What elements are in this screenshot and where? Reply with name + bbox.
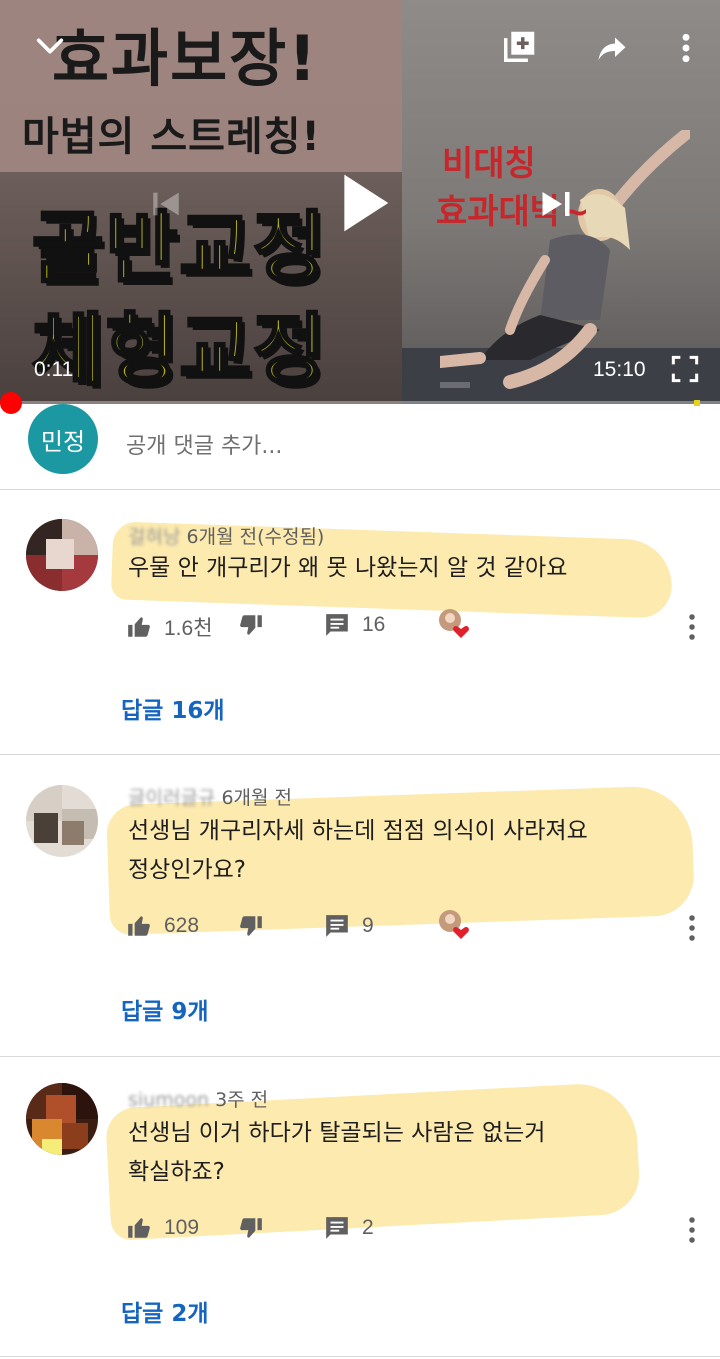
comment-author[interactable]: 걸혀낭: [128, 526, 180, 548]
like-button[interactable]: 109: [126, 1215, 199, 1241]
thumbnail-title-line4: 체형교정: [30, 305, 328, 398]
like-button[interactable]: 1.6천: [126, 612, 213, 642]
comment-time: 3주 전: [215, 1089, 269, 1111]
play-icon[interactable]: [334, 168, 396, 238]
view-replies-link[interactable]: 답글 16개: [121, 691, 225, 725]
comment-item: 걸혀낭 6개월 전(수정됨) 우물 안 개구리가 왜 못 나왔는지 알 것 같아…: [0, 491, 720, 755]
comment-actions: 1.6천 16: [126, 609, 706, 642]
more-vert-icon[interactable]: [680, 612, 704, 642]
comment-icon: [326, 614, 348, 636]
comment-text: 선생님 이거 하다가 탈골되는 사람은 없는거 확실하죠?: [128, 1114, 545, 1192]
creator-heart-icon: [439, 910, 469, 939]
comment-author[interactable]: 글이러글규: [128, 787, 215, 809]
reply-button[interactable]: 16: [324, 612, 385, 638]
comment-meta: 글이러글규 6개월 전: [128, 783, 292, 810]
video-player[interactable]: 효과보장! 마법의 스트레칭! 골반교정 체형교정 비대칭 효과대박~ 0:11…: [0, 0, 720, 404]
previous-icon[interactable]: [146, 184, 186, 224]
comment-author[interactable]: siumoon: [128, 1089, 209, 1111]
comment-time: 6개월 전: [221, 787, 293, 809]
add-comment-row: 민정 공개 댓글 추가...: [0, 404, 720, 490]
next-icon[interactable]: [536, 184, 576, 224]
comment-text-line: 선생님 개구리자세 하는데 점점 의식이 사라져요: [128, 818, 588, 844]
thumb-up-icon: [128, 916, 150, 936]
reply-button[interactable]: 2: [324, 1215, 374, 1241]
like-count: 109: [164, 1216, 200, 1239]
reply-button[interactable]: 9: [324, 913, 374, 939]
fullscreen-icon[interactable]: [668, 352, 702, 386]
reply-count: 16: [362, 613, 386, 636]
comment-text: 우물 안 개구리가 왜 못 나왔는지 알 것 같아요: [128, 549, 567, 588]
add-comment-input[interactable]: 공개 댓글 추가...: [126, 428, 282, 460]
thumb-down-icon: [240, 1218, 262, 1238]
comment-text: 선생님 개구리자세 하는데 점점 의식이 사라져요 정상인가요?: [128, 812, 588, 890]
comment-item: 글이러글규 6개월 전 선생님 개구리자세 하는데 점점 의식이 사라져요 정상…: [0, 755, 720, 1057]
comment-text-line: 정상인가요?: [128, 857, 247, 883]
more-vert-icon[interactable]: [680, 913, 704, 943]
my-avatar: 민정: [28, 404, 98, 474]
like-button[interactable]: 628: [126, 913, 199, 939]
chevron-down-icon[interactable]: [28, 24, 72, 68]
reply-count: 2: [362, 1216, 374, 1239]
comment-item: siumoon 3주 전 선생님 이거 하다가 탈골되는 사람은 없는거 확실하…: [0, 1057, 720, 1357]
thumb-up-icon: [128, 617, 150, 637]
add-to-playlist-icon[interactable]: [498, 24, 542, 68]
thumbnail-title-line1: 효과보장!: [52, 22, 319, 95]
thumb-down-icon: [240, 916, 262, 936]
dislike-button[interactable]: [238, 913, 264, 939]
comment-icon: [326, 1217, 348, 1239]
duration: 15:10: [593, 358, 646, 381]
current-time: 0:11: [34, 358, 74, 381]
creator-heart-icon: [439, 609, 469, 638]
comment-icon: [326, 915, 348, 937]
thumb-up-icon: [128, 1218, 150, 1238]
dislike-button[interactable]: [238, 612, 264, 638]
like-count: 1.6천: [164, 617, 213, 640]
comment-text-line: 선생님 이거 하다가 탈골되는 사람은 없는거: [128, 1120, 546, 1146]
comment-actions: 109 2: [126, 1215, 706, 1245]
dislike-button[interactable]: [238, 1215, 264, 1241]
more-vert-icon[interactable]: [680, 1215, 704, 1245]
avatar[interactable]: [26, 519, 98, 591]
comment-meta: siumoon 3주 전: [128, 1085, 268, 1112]
reply-count: 9: [362, 914, 374, 937]
comment-time: 6개월 전(수정됨): [186, 526, 325, 548]
view-replies-link[interactable]: 답글 9개: [121, 992, 209, 1026]
avatar[interactable]: [26, 785, 98, 857]
like-count: 628: [164, 914, 200, 937]
thumbnail-title-line2: 마법의 스트레칭!: [22, 114, 321, 160]
thumb-down-icon: [240, 615, 262, 635]
comment-text-line: 우물 안 개구리가 왜 못 나왔는지 알 것 같아요: [128, 555, 568, 581]
thumbnail-side-text1: 비대칭: [442, 144, 536, 184]
comment-meta: 걸혀낭 6개월 전(수정됨): [128, 522, 324, 549]
avatar[interactable]: [26, 1083, 98, 1155]
view-replies-link[interactable]: 답글 2개: [121, 1294, 209, 1328]
comment-text-line: 확실하죠?: [128, 1159, 225, 1185]
share-icon[interactable]: [590, 26, 634, 70]
more-vert-icon[interactable]: [670, 26, 702, 70]
comment-actions: 628 9: [126, 910, 706, 943]
